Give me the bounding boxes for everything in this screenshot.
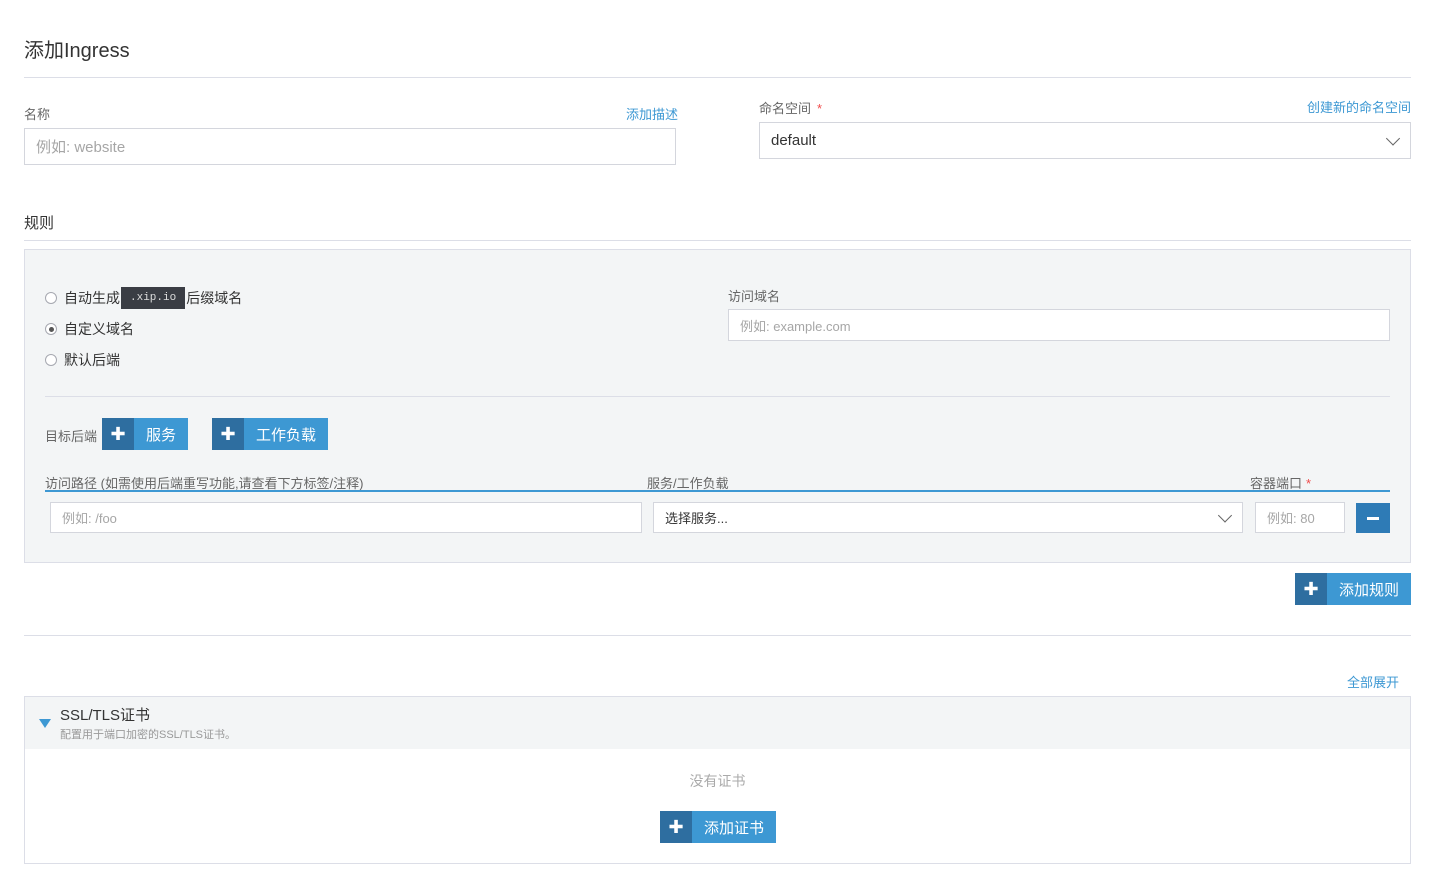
rule-inner-divider [45,396,1390,397]
add-rule-button[interactable]: ✚ 添加规则 [1295,573,1412,605]
plus-icon: ✚ [212,418,244,450]
section-divider [24,635,1411,636]
add-workload-button[interactable]: ✚ 工作负载 [212,418,329,450]
remove-row-button[interactable] [1356,503,1390,533]
page-title: 添加Ingress [24,40,130,62]
ssl-accordion-header[interactable]: SSL/TLS证书 配置用于端口加密的SSL/TLS证书。 [24,696,1411,750]
expand-all-link[interactable]: 全部展开 [1347,672,1399,691]
plus-icon: ✚ [102,418,134,450]
domain-label: 访问域名 [728,289,781,304]
path-placeholder: 例如: /foo [62,511,117,526]
required-mark: * [1306,476,1312,491]
add-rule-label: 添加规则 [1327,573,1412,605]
radio-button[interactable] [45,354,57,366]
ssl-accordion-body: 没有证书 [24,749,1411,864]
plus-icon: ✚ [1295,573,1327,605]
radio-custom-domain[interactable]: 自定义域名 [45,319,134,339]
chevron-down-icon [1217,507,1233,523]
namespace-label: 命名空间 * [759,98,822,117]
add-certificate-label: 添加证书 [692,811,777,843]
path-input[interactable]: 例如: /foo [50,502,642,533]
radio-auto-xip[interactable]: 自动生成 .xip.io 后缀域名 [45,287,242,309]
title-divider [24,77,1411,78]
radio-default-label: 默认后端 [64,352,120,368]
port-input[interactable]: 例如: 80 [1255,502,1345,533]
radio-auto-label-after: 后缀域名 [186,290,243,306]
name-input[interactable]: 例如: website [24,128,676,165]
add-workload-label: 工作负载 [244,418,329,450]
name-label: 名称 [24,107,51,122]
target-backend-label: 目标后端 [45,429,98,444]
add-service-label: 服务 [134,418,189,450]
chevron-down-icon [1385,130,1401,146]
radio-custom-label: 自定义域名 [64,321,134,337]
minus-icon [1367,516,1379,520]
radio-button[interactable] [45,292,57,304]
radio-button-selected[interactable] [45,323,57,335]
service-select-value: 选择服务... [665,511,728,526]
domain-placeholder: 例如: example.com [740,318,851,334]
ssl-subtitle: 配置用于端口加密的SSL/TLS证书。 [60,729,237,741]
caret-down-icon [39,719,51,728]
add-description-link[interactable]: 添加描述 [626,104,678,123]
plus-icon: ✚ [660,811,692,843]
domain-input[interactable]: 例如: example.com [728,309,1390,341]
ssl-title: SSL/TLS证书 [60,707,151,724]
radio-auto-label-before: 自动生成 [64,290,120,306]
rules-divider [24,240,1411,241]
name-placeholder: 例如: website [36,139,126,156]
namespace-select[interactable]: default [759,122,1411,159]
add-service-button[interactable]: ✚ 服务 [102,418,189,450]
create-namespace-link[interactable]: 创建新的命名空间 [1307,97,1411,116]
service-select[interactable]: 选择服务... [653,502,1243,533]
namespace-label-text: 命名空间 [759,101,812,116]
port-column-label: 容器端口 [1250,476,1303,491]
rules-section-title: 规则 [24,215,55,232]
radio-default-backend[interactable]: 默认后端 [45,350,120,370]
add-certificate-button[interactable]: ✚ 添加证书 [660,811,777,843]
namespace-value: default [771,132,817,149]
no-certificate-text: 没有证书 [689,773,746,789]
required-mark: * [817,101,823,116]
header-underline [45,490,1390,492]
port-placeholder: 例如: 80 [1267,511,1315,526]
xip-code: .xip.io [121,287,186,309]
